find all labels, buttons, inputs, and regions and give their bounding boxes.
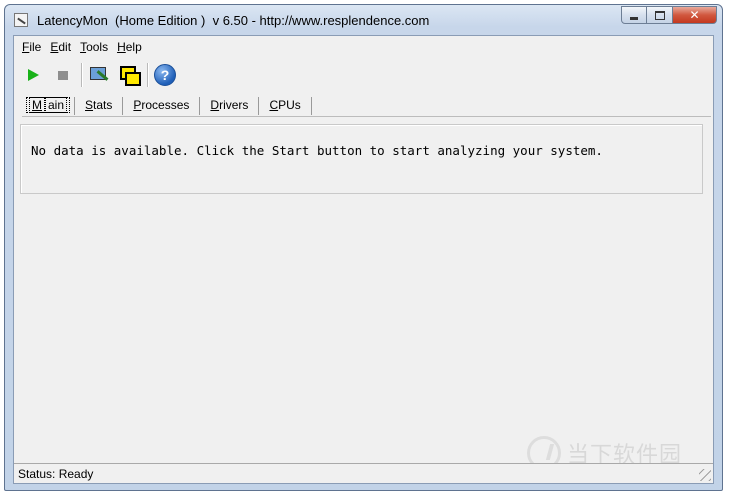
title-bar[interactable]: LatencyMon (Home Edition ) v 6.50 - http… (5, 5, 722, 35)
minimize-button[interactable] (621, 6, 647, 24)
play-icon (27, 69, 39, 81)
tab-processes[interactable]: Processes (123, 97, 201, 115)
no-data-message: No data is available. Click the Start bu… (31, 143, 603, 158)
tab-drivers[interactable]: Drivers (200, 97, 260, 115)
app-window: LatencyMon (Home Edition ) v 6.50 - http… (4, 4, 723, 491)
tab-cpus[interactable]: CPUs (259, 97, 312, 115)
menu-file[interactable]: File (22, 40, 41, 54)
tab-divider (22, 116, 711, 117)
monitor-button[interactable] (86, 62, 112, 88)
status-bar: Status: Ready (14, 463, 713, 483)
monitor-icon (89, 65, 109, 85)
maximize-button[interactable] (647, 6, 673, 24)
close-button[interactable]: ✕ (673, 6, 717, 24)
app-icon[interactable] (14, 13, 28, 27)
start-button[interactable] (20, 62, 46, 88)
maximize-icon (654, 10, 665, 20)
menu-edit[interactable]: Edit (50, 40, 71, 54)
window-title: LatencyMon (Home Edition ) v 6.50 - http… (37, 13, 430, 28)
main-panel: No data is available. Click the Start bu… (20, 124, 703, 194)
toolbar-separator (147, 63, 149, 87)
menu-tools[interactable]: Tools (80, 40, 108, 54)
stop-button[interactable] (50, 62, 76, 88)
tab-stats[interactable]: Stats (75, 97, 124, 115)
windows-icon (119, 65, 141, 86)
menu-help[interactable]: Help (117, 40, 142, 54)
help-button[interactable]: ? (152, 62, 178, 88)
window-controls: ✕ (621, 6, 717, 25)
tab-strip: Main Stats Processes Drivers CPUs (22, 93, 312, 115)
client-area: File Edit Tools Help ? Main Stats Proces… (13, 35, 714, 484)
toolbar: ? (20, 60, 182, 90)
menu-bar: File Edit Tools Help (14, 36, 713, 57)
status-text: Status: Ready (18, 467, 94, 481)
resize-grip-icon[interactable] (699, 469, 711, 481)
help-icon: ? (154, 64, 176, 86)
stop-icon (58, 70, 68, 80)
toolbar-separator (81, 63, 83, 87)
windows-button[interactable] (116, 62, 142, 88)
close-icon: ✕ (689, 8, 700, 22)
tab-main[interactable]: Main (22, 97, 76, 115)
minimize-icon (630, 16, 638, 20)
